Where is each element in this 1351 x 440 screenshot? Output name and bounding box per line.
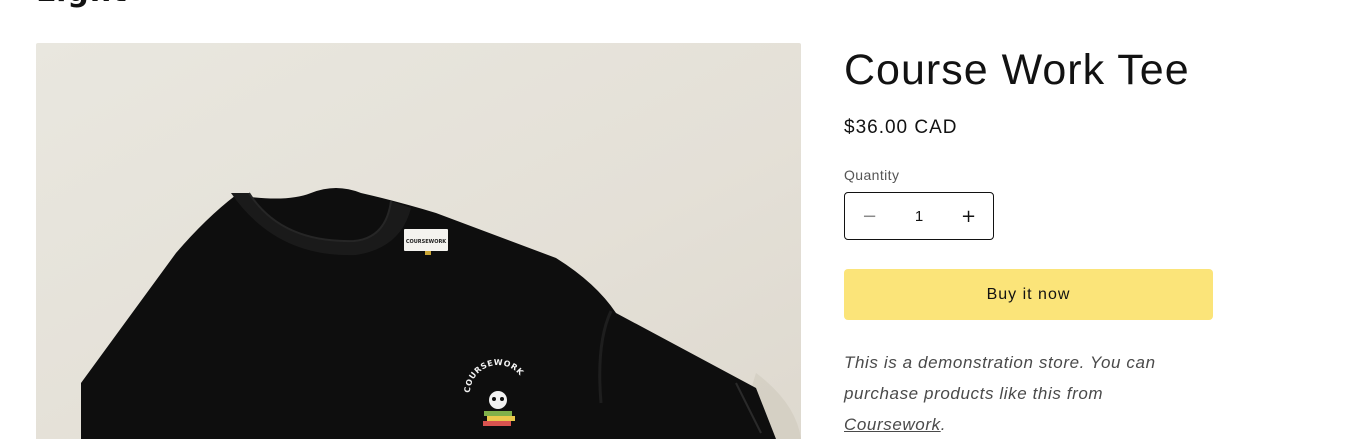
- minus-icon: −: [861, 205, 878, 227]
- description-text: This is a demonstration store. You can p…: [844, 353, 1156, 403]
- product-title: Course Work Tee: [844, 46, 1190, 94]
- decrease-quantity-button[interactable]: −: [845, 193, 894, 239]
- product-image[interactable]: COURSEWORK COURSEWORK: [36, 43, 801, 439]
- quantity-stepper: − +: [844, 192, 994, 240]
- plus-icon: +: [960, 205, 977, 227]
- coursework-link[interactable]: Coursework: [844, 415, 941, 434]
- product-price: $36.00 CAD: [844, 117, 958, 138]
- increase-quantity-button[interactable]: +: [944, 193, 993, 239]
- brand-logo[interactable]: Light: [36, 0, 128, 9]
- quantity-input[interactable]: [894, 200, 944, 232]
- product-photo: COURSEWORK COURSEWORK: [36, 43, 801, 439]
- description-end: .: [940, 415, 947, 434]
- neck-label-text: COURSEWORK: [406, 239, 447, 245]
- product-description: This is a demonstration store. You can p…: [844, 347, 1204, 440]
- buy-now-button[interactable]: Buy it now: [844, 269, 1213, 320]
- quantity-label: Quantity: [844, 167, 900, 183]
